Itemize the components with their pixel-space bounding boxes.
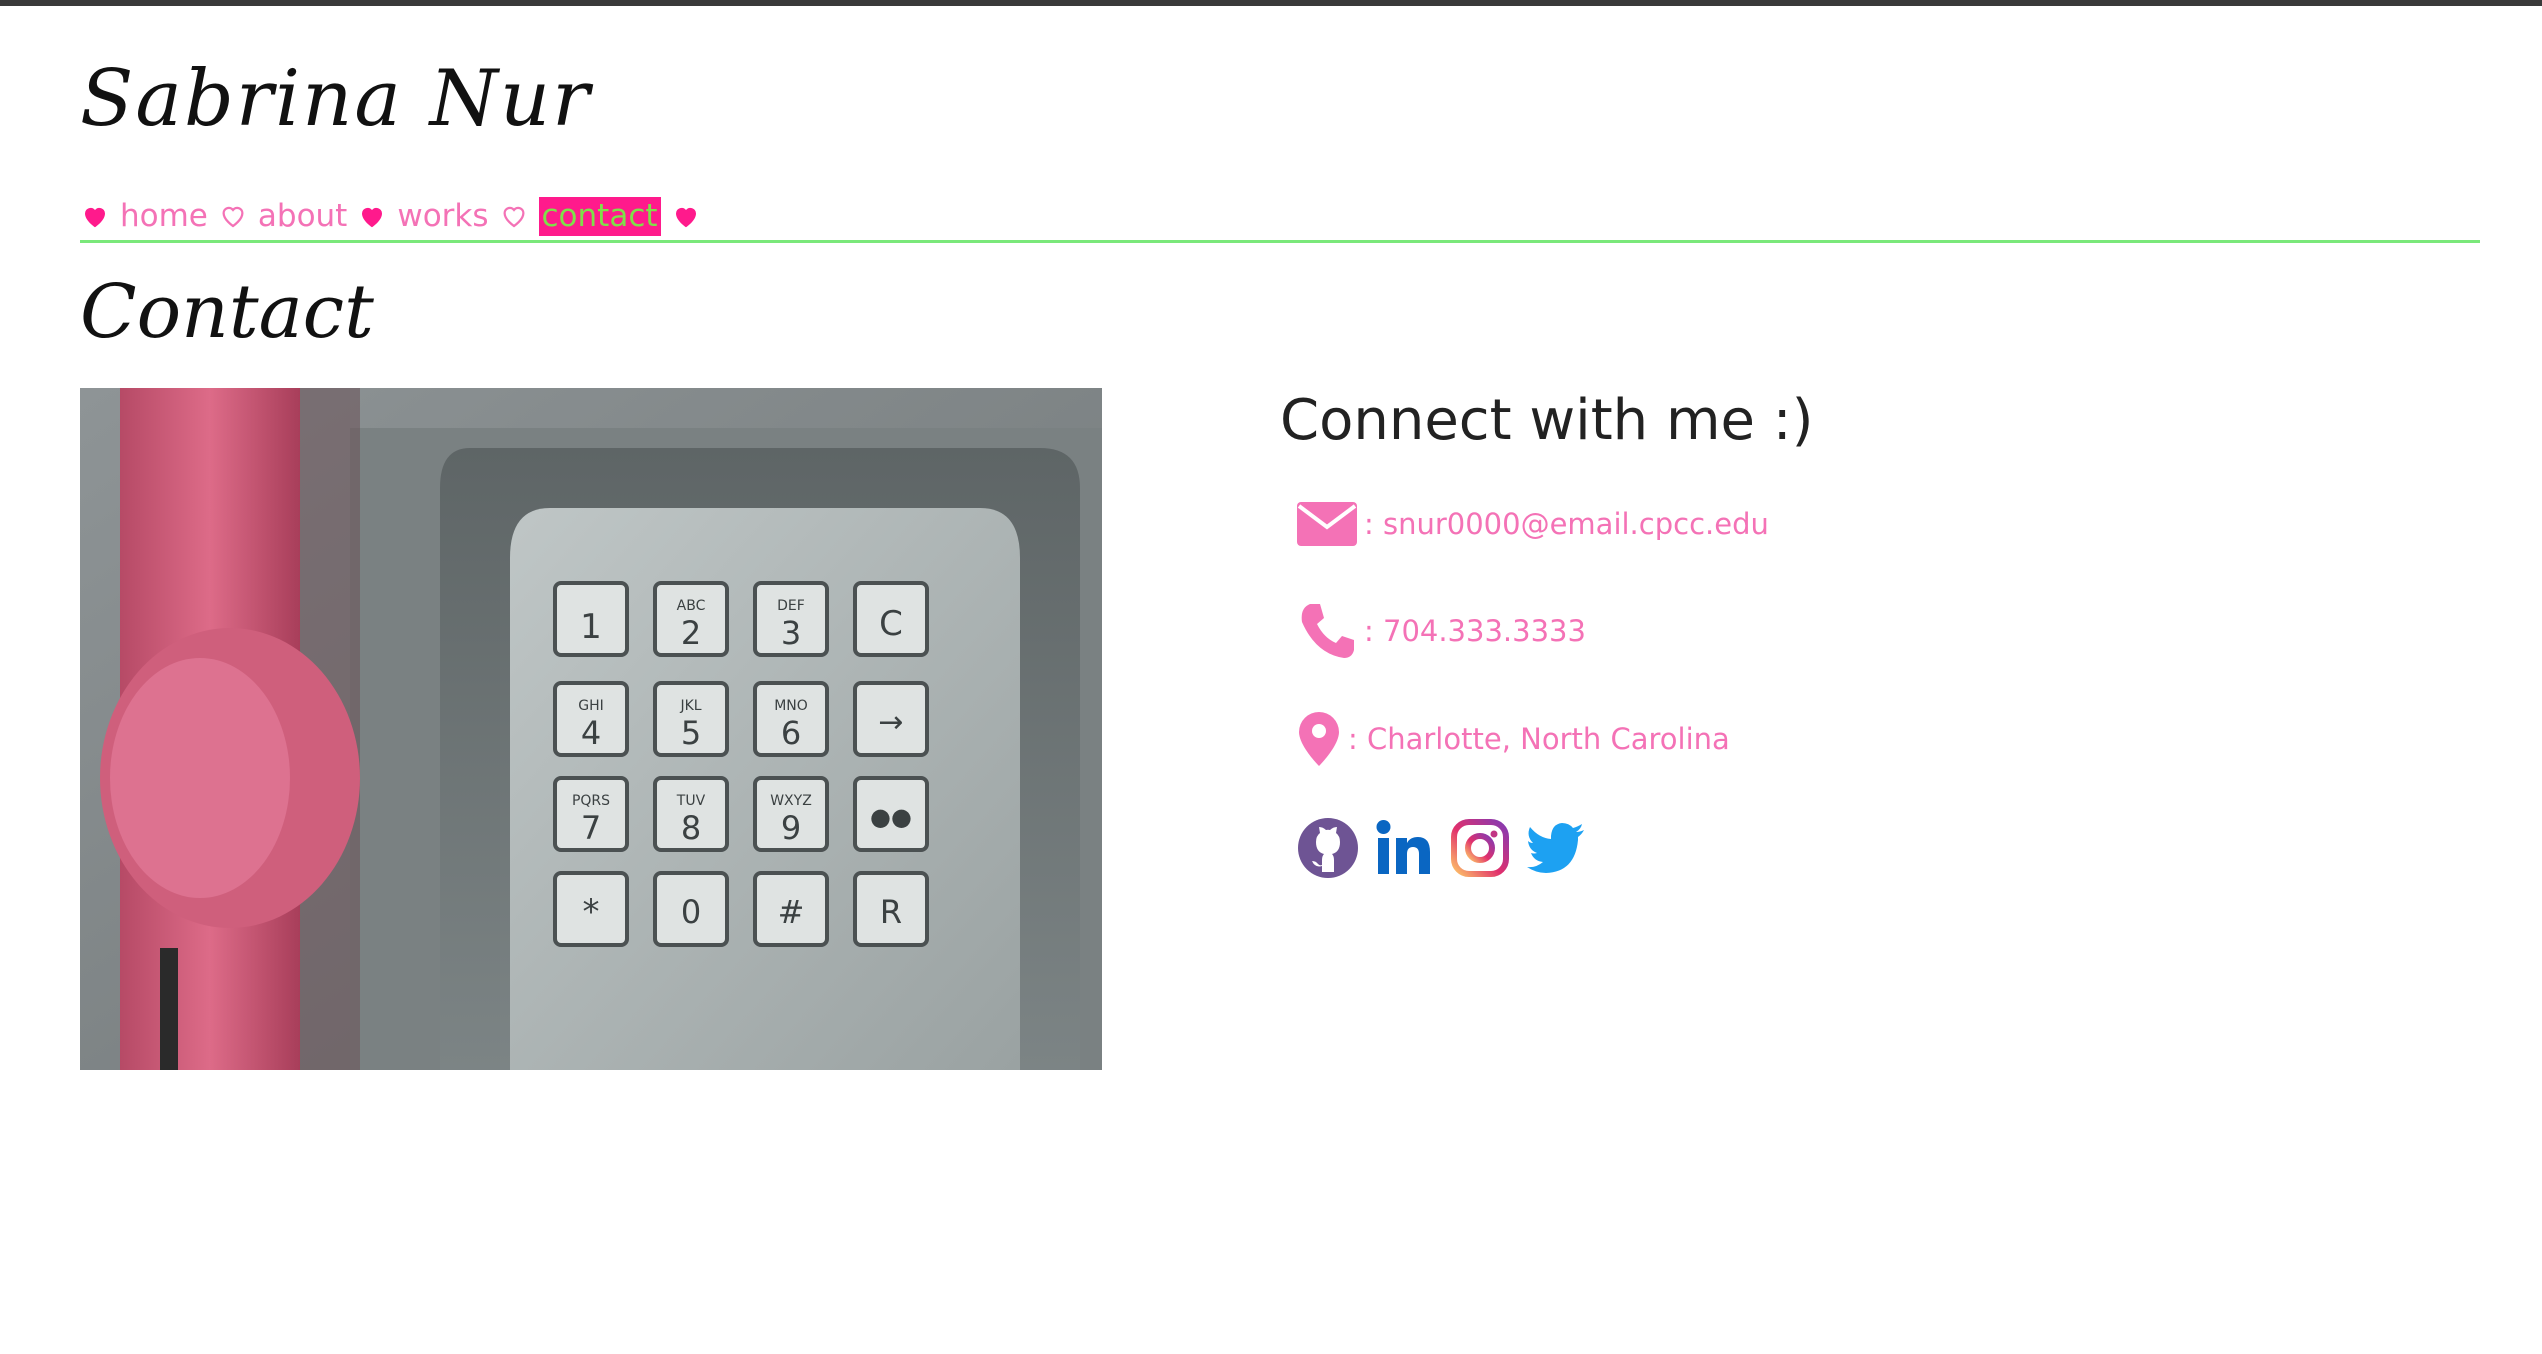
svg-text:8: 8 [681,809,701,847]
svg-text:3: 3 [781,614,801,652]
svg-text:6: 6 [781,714,801,752]
github-icon[interactable] [1296,816,1360,880]
site-title: Sabrina Nur [80,54,592,144]
svg-text:PQRS: PQRS [572,793,610,809]
svg-text:WXYZ: WXYZ [770,793,812,809]
social-links [1296,816,1588,880]
svg-text:JKL: JKL [679,698,701,714]
phone-number: : 704.333.3333 [1364,614,1586,648]
svg-text:→: → [878,705,903,740]
contact-email-row: : snur0000@email.cpcc.edu [1296,500,1769,548]
nav-link-about[interactable]: about [258,200,347,232]
nav-divider [80,240,2480,243]
linkedin-icon[interactable] [1372,816,1436,880]
twitter-icon[interactable] [1524,816,1588,880]
contact-phone-row: : 704.333.3333 [1296,600,1586,662]
instagram-icon[interactable] [1448,816,1512,880]
filled-heart-icon [671,201,701,231]
svg-text:DEF: DEF [777,598,805,614]
svg-text:7: 7 [581,809,601,847]
nav-link-works[interactable]: works [397,200,488,232]
svg-text:0: 0 [681,893,701,931]
svg-text:MNO: MNO [774,698,808,714]
svg-text:2: 2 [681,614,701,652]
outline-heart-icon [499,201,529,231]
svg-text:C: C [879,604,903,644]
location-text: : Charlotte, North Carolina [1348,722,1730,756]
svg-text:9: 9 [781,809,801,847]
svg-text:GHI: GHI [578,698,604,714]
page-title: Contact [80,269,374,355]
email-link[interactable]: : snur0000@email.cpcc.edu [1364,507,1769,541]
envelope-icon [1296,500,1358,548]
svg-text:●●: ●● [870,803,912,831]
map-pin-icon [1296,710,1342,768]
svg-text:R: R [880,893,902,931]
svg-text:*: * [583,892,600,932]
contact-location-row: : Charlotte, North Carolina [1296,710,1730,768]
nav-link-home[interactable]: home [120,200,208,232]
browser-top-border [0,0,2542,6]
svg-text:5: 5 [681,714,701,752]
svg-text:1: 1 [580,607,602,647]
svg-text:TUV: TUV [676,793,706,809]
filled-heart-icon [80,201,110,231]
main-nav: home about works contact [80,190,701,242]
outline-heart-icon [218,201,248,231]
svg-text:ABC: ABC [677,598,706,614]
phone-icon [1296,600,1358,662]
payphone-photo: 1 ABC 2 DEF 3 C GHI 4 JKL 5 MNO 6 → PQRS 7 TUV… [80,388,1102,1070]
nav-link-contact[interactable]: contact [538,196,661,236]
svg-text:4: 4 [581,714,601,752]
filled-heart-icon [357,201,387,231]
svg-text:#: # [778,893,805,931]
connect-heading: Connect with me :) [1280,388,1814,453]
